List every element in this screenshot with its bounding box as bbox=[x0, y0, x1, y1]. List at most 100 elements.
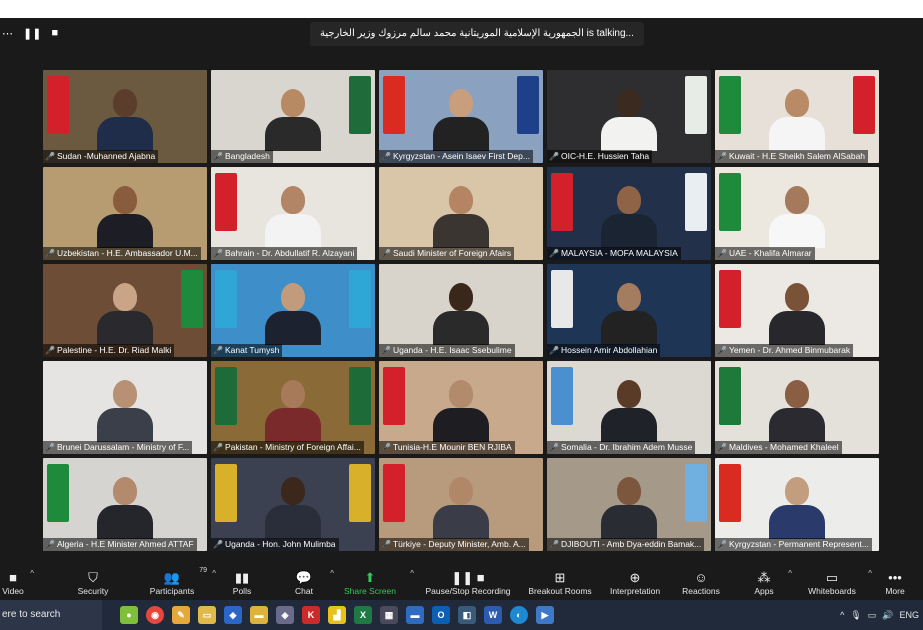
participant-tile[interactable]: 🎤 UAE - Khalifa Almarar bbox=[715, 167, 879, 260]
participant-tile[interactable]: 🎤 DJIBOUTI - Amb Dya-eddin Bamak... bbox=[547, 458, 711, 551]
people-icon: 👥 bbox=[163, 570, 181, 585]
app-icon[interactable]: ◧ bbox=[458, 606, 476, 624]
share-screen-button[interactable]: ⬆ Share Screen ^ bbox=[338, 566, 414, 600]
taskbar-search[interactable]: ere to search bbox=[0, 600, 102, 630]
edge-icon[interactable]: ◐ bbox=[510, 606, 528, 624]
participant-name: 🎤 Kuwait - H.E Sheikh Salem AlSabah bbox=[715, 150, 869, 163]
outlook-icon[interactable]: O bbox=[432, 606, 450, 624]
flag-right bbox=[349, 367, 371, 425]
participant-video bbox=[769, 477, 825, 539]
whiteboards-button[interactable]: ▭ Whiteboards ^ bbox=[802, 566, 872, 600]
participant-name: 🎤 Kanat Tumysh bbox=[211, 344, 283, 357]
mic-muted-icon: 🎤 bbox=[717, 346, 727, 355]
word-icon[interactable]: W bbox=[484, 606, 502, 624]
more-button[interactable]: ••• More bbox=[878, 566, 912, 600]
chevron-up-icon[interactable]: ^ bbox=[212, 569, 216, 578]
participant-tile[interactable]: 🎤 OIC-H.E. Hussien Taha bbox=[547, 70, 711, 163]
participant-name: 🎤 Kyrgyzstan - Asein Isaev First Dep... bbox=[379, 150, 533, 163]
apps-button[interactable]: ⁂ Apps ^ bbox=[746, 566, 792, 600]
participant-name: 🎤 DJIBOUTI - Amb Dya-eddin Bamak... bbox=[547, 538, 705, 551]
interpretation-button[interactable]: ⊕ Interpretation bbox=[604, 566, 666, 600]
participant-tile[interactable]: 🎤 Kyrgyzstan - Permanent Represent... bbox=[715, 458, 879, 551]
participant-tile[interactable]: 🎤 Bahrain - Dr. Abdullatif R. Alzayani bbox=[211, 167, 375, 260]
mic-muted-icon: 🎤 bbox=[213, 249, 223, 258]
avocado-icon[interactable]: ● bbox=[120, 606, 138, 624]
participant-tile[interactable]: 🎤 Pakistan - Ministry of Foreign Affai... bbox=[211, 361, 375, 454]
teams-icon[interactable]: ◆ bbox=[224, 606, 242, 624]
excel-icon[interactable]: X bbox=[354, 606, 372, 624]
flag-left bbox=[719, 270, 741, 328]
file-explorer-icon[interactable]: ▭ bbox=[198, 606, 216, 624]
participant-tile[interactable]: 🎤 Kanat Tumysh bbox=[211, 264, 375, 357]
zoom-icon[interactable]: ▬ bbox=[406, 606, 424, 624]
view-controls: ⋯ ❚❚ ■ bbox=[0, 22, 62, 44]
mic-icon[interactable]: 🎙 bbox=[850, 610, 861, 621]
participant-video bbox=[97, 380, 153, 442]
chevron-up-icon[interactable]: ^ bbox=[410, 569, 414, 578]
participant-tile[interactable]: 🎤 Bangladesh bbox=[211, 70, 375, 163]
chevron-up-icon[interactable]: ^ bbox=[840, 610, 844, 620]
folder-icon[interactable]: ▬ bbox=[250, 606, 268, 624]
flag-left bbox=[551, 270, 573, 328]
participant-video bbox=[769, 186, 825, 248]
participant-tile[interactable]: 🎤 Tunisia-H.E Mounir BEN RJIBA bbox=[379, 361, 543, 454]
polls-button[interactable]: ▮▮ Polls bbox=[222, 566, 262, 600]
participant-tile[interactable]: 🎤 Uzbekistan - H.E. Ambassador U.M... bbox=[43, 167, 207, 260]
chevron-up-icon[interactable]: ^ bbox=[30, 569, 34, 578]
participant-tile[interactable]: 🎤 Uganda - Hon. John Mulimba bbox=[211, 458, 375, 551]
participant-tile[interactable]: 🎤 Brunei Darussalam - Ministry of F... bbox=[43, 361, 207, 454]
participant-name: 🎤 Brunei Darussalam - Ministry of F... bbox=[43, 441, 193, 454]
calculator-icon[interactable]: ▦ bbox=[380, 606, 398, 624]
participant-name: 🎤 Bahrain - Dr. Abdullatif R. Alzayani bbox=[211, 247, 358, 260]
mic-muted-icon: 🎤 bbox=[45, 249, 55, 258]
chrome-icon[interactable]: ◉ bbox=[146, 606, 164, 624]
participant-tile[interactable]: 🎤 Yemen - Dr. Ahmed Binmubarak bbox=[715, 264, 879, 357]
network-icon[interactable]: ▭ bbox=[868, 610, 877, 621]
participant-video bbox=[769, 283, 825, 345]
participant-tile[interactable]: 🎤 Uganda - H.E. Isaac Ssebulime bbox=[379, 264, 543, 357]
participant-name: 🎤 Uganda - Hon. John Mulimba bbox=[211, 538, 339, 551]
mic-muted-icon: 🎤 bbox=[213, 540, 223, 549]
sticky-notes-icon[interactable]: ▟ bbox=[328, 606, 346, 624]
chevron-up-icon[interactable]: ^ bbox=[330, 569, 334, 578]
participant-tile[interactable]: 🎤 Algeria - H.E Minister Ahmed ATTAF bbox=[43, 458, 207, 551]
participant-tile[interactable]: 🎤 Hossein Amir Abdollahian bbox=[547, 264, 711, 357]
pause-icon[interactable]: ❚❚ bbox=[23, 27, 41, 40]
participant-tile[interactable]: 🎤 Maldives - Mohamed Khaleel bbox=[715, 361, 879, 454]
volume-icon[interactable]: 🔊 bbox=[882, 610, 893, 621]
participant-tile[interactable]: 🎤 Saudi Minister of Foreign Afairs bbox=[379, 167, 543, 260]
participant-name: 🎤 Uganda - H.E. Isaac Ssebulime bbox=[379, 344, 515, 357]
participant-video bbox=[601, 89, 657, 151]
recording-button[interactable]: ❚❚ ■ Pause/Stop Recording bbox=[420, 566, 516, 600]
chat-button[interactable]: 💬 Chat ^ bbox=[284, 566, 334, 600]
participant-tile[interactable]: 🎤 Somalia - Dr. Ibrahim Adem Musse bbox=[547, 361, 711, 454]
breakout-rooms-button[interactable]: ⊞ Breakout Rooms bbox=[526, 566, 594, 600]
smile-plus-icon: ☺ bbox=[694, 570, 708, 585]
participant-name: 🎤 MALAYSIA - MOFA MALAYSIA bbox=[547, 247, 681, 260]
participant-tile[interactable]: 🎤 Kuwait - H.E Sheikh Salem AlSabah bbox=[715, 70, 879, 163]
taskbar-apps: ● ◉ ✎ ▭ ◆ ▬ ◈ K ▟ X ▦ ▬ O ◧ W ◐ ▶ bbox=[120, 606, 554, 624]
app-icon[interactable]: ▶ bbox=[536, 606, 554, 624]
app-icon[interactable]: ◈ bbox=[276, 606, 294, 624]
participant-tile[interactable]: 🎤 Kyrgyzstan - Asein Isaev First Dep... bbox=[379, 70, 543, 163]
app-k-icon[interactable]: K bbox=[302, 606, 320, 624]
meeting-toolbar: ■ Video ^ ⛉ Security 👥 Participants 79 ^… bbox=[0, 566, 923, 600]
mic-muted-icon: 🎤 bbox=[213, 443, 223, 452]
participant-tile[interactable]: 🎤 Türkiye - Deputy Minister, Amb. A... bbox=[379, 458, 543, 551]
mic-muted-icon: 🎤 bbox=[45, 346, 55, 355]
reactions-button[interactable]: ☺ Reactions bbox=[678, 566, 724, 600]
flag-left bbox=[719, 173, 741, 231]
chevron-up-icon[interactable]: ^ bbox=[788, 569, 792, 578]
menu-dots-icon[interactable]: ⋯ bbox=[2, 27, 13, 40]
chevron-up-icon[interactable]: ^ bbox=[868, 569, 872, 578]
participants-button[interactable]: 👥 Participants 79 ^ bbox=[142, 566, 216, 600]
paint-icon[interactable]: ✎ bbox=[172, 606, 190, 624]
language-indicator[interactable]: ENG bbox=[899, 610, 919, 620]
video-button[interactable]: ■ Video ^ bbox=[0, 566, 34, 600]
participant-video bbox=[97, 477, 153, 539]
participant-tile[interactable]: 🎤 MALAYSIA - MOFA MALAYSIA bbox=[547, 167, 711, 260]
participant-tile[interactable]: 🎤 Palestine - H.E. Dr. Riad Malki bbox=[43, 264, 207, 357]
security-button[interactable]: ⛉ Security bbox=[60, 566, 126, 600]
participant-tile[interactable]: 🎤 Sudan -Muhanned Ajabna bbox=[43, 70, 207, 163]
stop-icon[interactable]: ■ bbox=[51, 27, 58, 39]
